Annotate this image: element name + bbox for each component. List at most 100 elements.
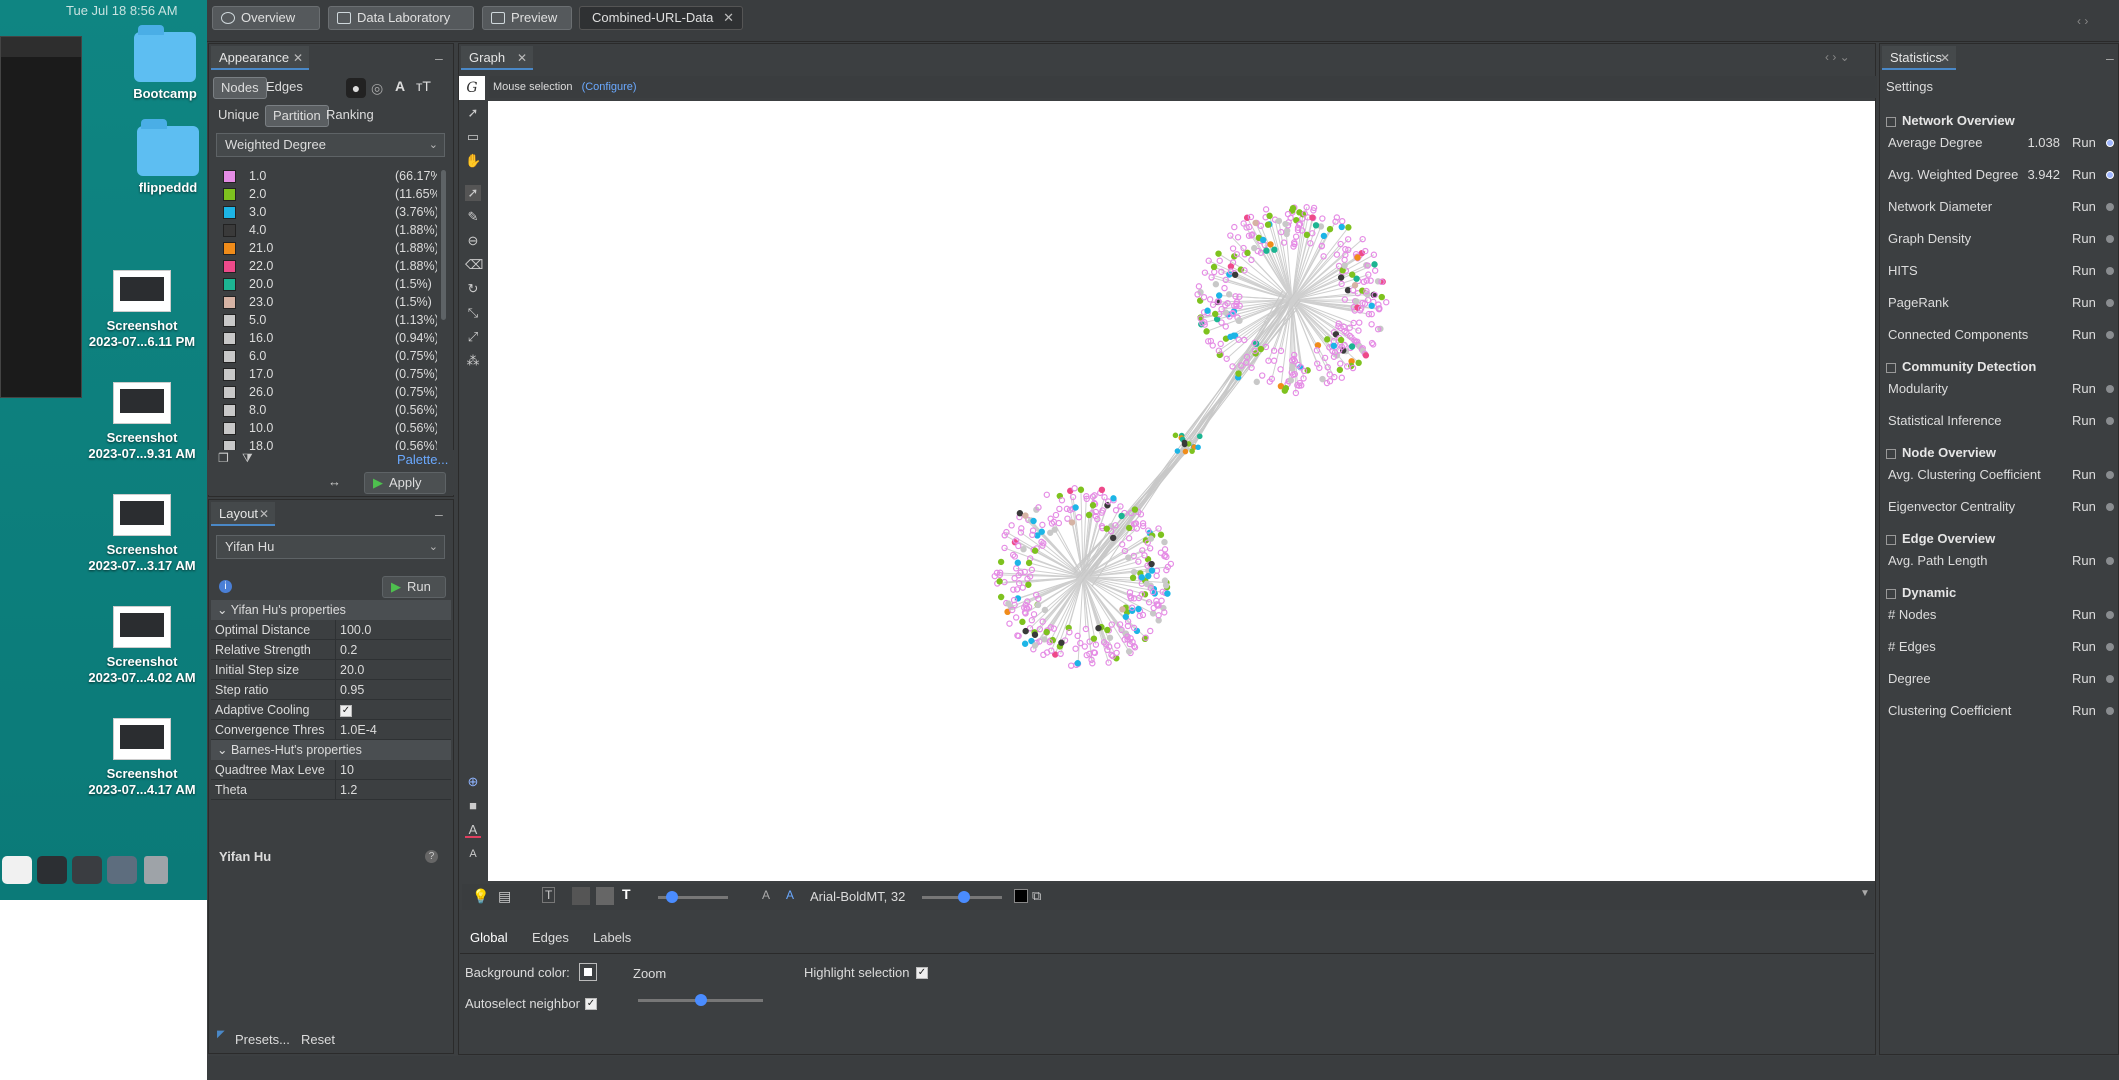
graph-node[interactable] (1251, 244, 1258, 252)
partition-row[interactable]: 5.0 (1.13%) (223, 311, 437, 329)
color-swatch[interactable] (223, 422, 236, 435)
graph-node[interactable] (1263, 247, 1270, 254)
graph-node[interactable] (1182, 448, 1189, 455)
graph-node[interactable] (1354, 254, 1361, 261)
tab-layout[interactable]: Layout ✕ (211, 502, 275, 526)
graph-node[interactable] (1264, 221, 1272, 228)
graph-node[interactable] (1085, 511, 1093, 519)
graph-node[interactable] (1211, 268, 1218, 276)
palette-link[interactable]: Palette... (397, 452, 448, 467)
property-row[interactable]: Quadtree Max Leve 10 (211, 760, 451, 780)
graph-node[interactable] (1282, 220, 1289, 228)
eraser-icon[interactable]: ⌫ (465, 257, 483, 273)
graph-node[interactable] (1135, 605, 1142, 613)
graph-node[interactable] (1320, 232, 1328, 240)
graph-node[interactable] (1089, 502, 1097, 509)
graph-node[interactable] (1130, 568, 1138, 576)
graph-node[interactable] (1353, 275, 1360, 282)
graph-node[interactable] (1370, 251, 1378, 258)
graph-node[interactable] (1106, 634, 1114, 641)
graph-node[interactable] (1344, 287, 1352, 294)
graph-node[interactable] (1271, 246, 1278, 253)
drag-tool-icon[interactable]: ✋ (465, 153, 481, 169)
graph-node[interactable] (1071, 485, 1078, 492)
font-size-slider[interactable] (922, 891, 1002, 903)
attribute-select[interactable]: Weighted Degree ⌄ (216, 133, 445, 157)
graph-node[interactable] (1129, 574, 1137, 582)
desktop-screenshot[interactable]: Screenshot 2023-07...4.02 AM (82, 606, 202, 686)
graph-node[interactable] (1157, 531, 1165, 538)
ranking-button[interactable]: Ranking (319, 105, 381, 127)
graph-node[interactable] (1068, 519, 1076, 526)
checkbox[interactable]: ✓ (340, 704, 352, 717)
graph-node[interactable] (1161, 538, 1168, 546)
graph-node[interactable] (1015, 542, 1022, 550)
graph-node[interactable] (1303, 231, 1311, 239)
color-swatch[interactable] (223, 224, 236, 237)
graph-node[interactable] (1022, 627, 1029, 635)
graph-node[interactable] (1041, 606, 1049, 614)
label-color-icon[interactable]: A (395, 78, 405, 94)
graph-node[interactable] (1309, 214, 1316, 221)
graph-node[interactable] (1110, 495, 1117, 502)
graph-node[interactable] (1104, 626, 1111, 634)
graph-node[interactable] (1221, 284, 1228, 292)
graph-node[interactable] (1364, 291, 1371, 298)
graph-node[interactable] (1047, 529, 1054, 536)
edges-button[interactable]: Edges (259, 77, 310, 99)
property-row[interactable]: Initial Step size 20.0 (211, 660, 451, 680)
graph-node[interactable] (1149, 610, 1157, 617)
property-value[interactable]: ✓ (335, 700, 451, 720)
stats-section-header[interactable]: Dynamic (1886, 583, 2113, 603)
graph-node[interactable] (1275, 217, 1283, 225)
property-row[interactable]: Relative Strength 0.2 (211, 640, 451, 660)
graph-node[interactable] (1281, 387, 1288, 394)
run-button[interactable]: Run (2072, 261, 2096, 281)
graph-node[interactable] (1319, 375, 1326, 383)
tab-labels[interactable]: Labels (593, 930, 631, 945)
workspace-tab[interactable]: Combined-URL-Data ✕ (579, 6, 743, 30)
graph-node[interactable] (1244, 249, 1251, 257)
graph-node[interactable] (1330, 342, 1338, 349)
graph-node[interactable] (1025, 559, 1033, 567)
size-icon[interactable]: ◎ (371, 80, 383, 97)
graph-node[interactable] (1030, 611, 1038, 618)
graph-node[interactable] (1172, 432, 1179, 439)
minimize-icon[interactable]: – (435, 50, 443, 66)
font-size-icon[interactable]: A (465, 846, 481, 862)
graph-node[interactable] (1022, 512, 1029, 519)
zoom-slider[interactable] (638, 994, 763, 1006)
graph-node[interactable] (1341, 262, 1348, 269)
graph-node[interactable] (1371, 267, 1379, 274)
graph-node[interactable] (1052, 511, 1060, 519)
graph-node[interactable] (1114, 642, 1121, 649)
graph-node[interactable] (1064, 515, 1071, 522)
status-indicator-icon[interactable] (2106, 235, 2114, 243)
zoom-fit-icon[interactable]: ⊕ (465, 774, 481, 790)
graph-node[interactable] (1369, 341, 1377, 348)
dock-app-icon[interactable] (107, 856, 137, 884)
graph-node[interactable] (1031, 642, 1039, 649)
desktop-screenshot[interactable]: Screenshot 2023-07...6.11 PM (82, 270, 202, 350)
graph-node[interactable] (1267, 241, 1274, 248)
graph-node[interactable] (1345, 224, 1352, 231)
graph-node[interactable] (1006, 620, 1013, 627)
run-button[interactable]: Run (2072, 379, 2096, 399)
desktop-screenshot[interactable]: Screenshot 2023-07...3.17 AM (82, 494, 202, 574)
tab-statistics[interactable]: Statistics ✕ (1882, 46, 1956, 70)
graph-node[interactable] (1378, 293, 1385, 301)
graph-node[interactable] (1337, 274, 1345, 281)
rect-select-icon[interactable]: ▭ (465, 129, 481, 145)
graph-node[interactable] (1090, 635, 1098, 642)
close-icon[interactable]: ✕ (259, 502, 269, 526)
graph-node[interactable] (1034, 601, 1042, 609)
dock-app-icon[interactable] (2, 856, 32, 884)
tab-overview[interactable]: Overview (212, 6, 320, 30)
property-value[interactable]: 1.0E-4 (335, 720, 451, 740)
neighbors-tool-icon[interactable]: ⁂ (465, 353, 481, 369)
graph-node[interactable] (1349, 271, 1356, 278)
graph-node[interactable] (1231, 223, 1238, 231)
graph-node[interactable] (1351, 282, 1359, 289)
run-button[interactable]: Run (2072, 293, 2096, 313)
graph-node[interactable] (1277, 366, 1284, 373)
